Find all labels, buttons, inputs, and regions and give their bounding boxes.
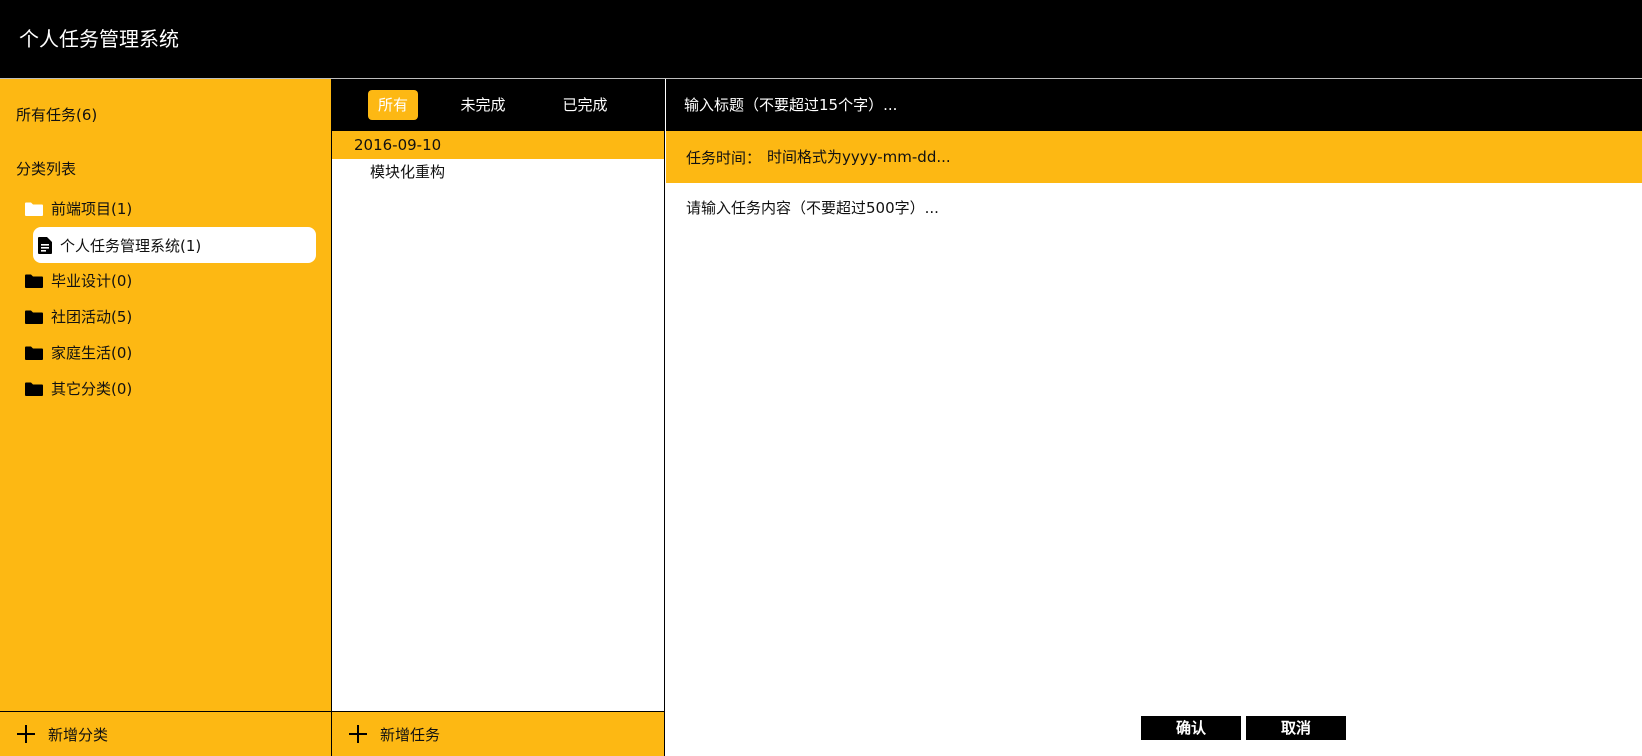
add-category-label: 新增分类 xyxy=(48,725,109,744)
category-label: 前端项目(1) xyxy=(51,200,133,218)
category-item-club[interactable]: 社团活动(5) xyxy=(0,299,331,335)
category-list-heading: 分类列表 xyxy=(16,160,77,178)
category-label: 家庭生活(0) xyxy=(51,344,133,362)
all-tasks-link[interactable]: 所有任务(6) xyxy=(16,105,97,125)
tab-incomplete[interactable]: 未完成 xyxy=(448,90,518,120)
top-header: 个人任务管理系统 xyxy=(0,0,1642,79)
add-task-label: 新增任务 xyxy=(380,725,441,744)
tab-complete[interactable]: 已完成 xyxy=(550,90,620,120)
subcategory-label: 个人任务管理系统(1) xyxy=(60,236,202,255)
category-item-graduation[interactable]: 毕业设计(0) xyxy=(0,263,331,299)
add-category-button[interactable]: 新增分类 xyxy=(0,711,331,756)
category-list: 前端项目(1) 个人任务管理系统(1) 毕业设计(0) 社团活动(5) 家庭生活… xyxy=(0,191,331,407)
task-item[interactable]: 模块化重构 xyxy=(370,162,445,182)
task-list-panel: 所有 未完成 已完成 2016-09-10 模块化重构 新增任务 xyxy=(332,79,665,756)
category-label: 社团活动(5) xyxy=(51,308,133,326)
category-item-other[interactable]: 其它分类(0) xyxy=(0,371,331,407)
task-time-label: 任务时间： xyxy=(686,148,762,167)
folder-icon xyxy=(23,380,45,398)
folder-icon xyxy=(23,344,45,362)
category-item-family[interactable]: 家庭生活(0) xyxy=(0,335,331,371)
category-sidebar: 所有任务(6) 分类列表 前端项目(1) 个人任务管理系统(1) 毕业设计(0)… xyxy=(0,79,332,756)
status-tabs: 所有 未完成 已完成 xyxy=(332,79,664,131)
subcategory-item-task-system[interactable]: 个人任务管理系统(1) xyxy=(33,227,316,263)
plus-icon xyxy=(16,724,36,744)
plus-icon xyxy=(348,724,368,744)
tab-all[interactable]: 所有 xyxy=(368,90,418,120)
confirm-button[interactable]: 确认 xyxy=(1141,716,1241,740)
task-content-textarea[interactable] xyxy=(666,183,1642,683)
task-time-row: 任务时间： xyxy=(666,131,1642,183)
folder-icon xyxy=(23,308,45,326)
task-date-group: 2016-09-10 xyxy=(332,131,664,159)
category-label: 其它分类(0) xyxy=(51,380,133,398)
category-label: 毕业设计(0) xyxy=(51,272,133,290)
folder-icon xyxy=(23,272,45,290)
category-item-frontend[interactable]: 前端项目(1) xyxy=(0,191,331,227)
cancel-button[interactable]: 取消 xyxy=(1246,716,1346,740)
app-title: 个人任务管理系统 xyxy=(19,27,179,51)
folder-open-icon xyxy=(23,200,45,218)
add-task-button[interactable]: 新增任务 xyxy=(332,711,664,756)
task-time-input[interactable] xyxy=(767,148,1168,166)
document-icon xyxy=(35,235,55,255)
task-title-input[interactable] xyxy=(666,79,1642,131)
task-editor: 任务时间： 确认 取消 xyxy=(666,79,1642,756)
